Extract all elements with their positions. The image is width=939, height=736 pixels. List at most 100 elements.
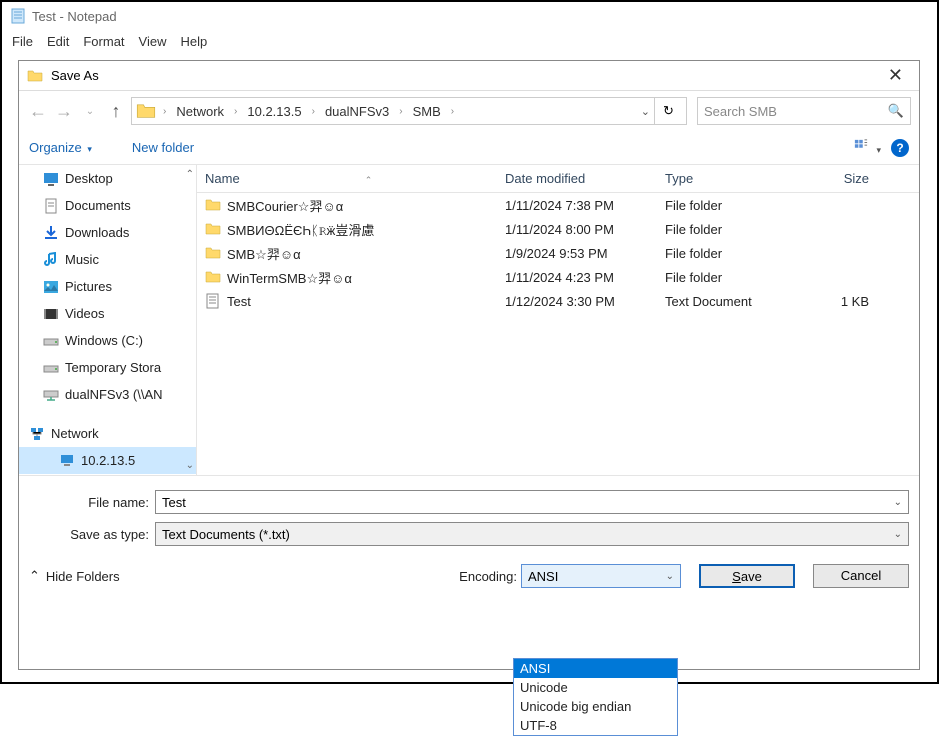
chevron-down-icon: ▾ — [87, 144, 92, 154]
chevron-right-icon[interactable]: › — [160, 106, 169, 117]
saveastype-label: Save as type: — [29, 527, 155, 542]
menu-edit[interactable]: Edit — [47, 34, 69, 49]
chevron-down-icon[interactable]: ⌄ — [666, 571, 674, 582]
col-date[interactable]: Date modified — [497, 171, 657, 186]
crumb-share[interactable]: dualNFSv3 — [322, 104, 392, 119]
save-as-dialog: Save As ✕ ← → ⌄ ↑ › Network › 10.2.13.5 … — [18, 60, 920, 670]
up-button[interactable]: ↑ — [105, 101, 127, 122]
col-size[interactable]: Size — [797, 171, 877, 186]
folder-icon — [136, 101, 156, 121]
scroll-down-icon[interactable]: ⌄ — [186, 460, 194, 471]
chevron-right-icon[interactable]: › — [309, 106, 318, 117]
menu-file[interactable]: File — [12, 34, 33, 49]
nav-row: ← → ⌄ ↑ › Network › 10.2.13.5 › dualNFSv… — [19, 91, 919, 131]
col-type[interactable]: Type — [657, 171, 797, 186]
crumb-network[interactable]: Network — [173, 104, 227, 119]
save-button[interactable]: Save — [699, 564, 795, 588]
view-options-button[interactable]: ▾ — [849, 139, 881, 156]
saveastype-combo[interactable]: Text Documents (*.txt)⌄ — [155, 522, 909, 546]
menubar: File Edit Format View Help — [2, 30, 937, 57]
dialog-titlebar: Save As ✕ — [19, 61, 919, 91]
encoding-option-utf8[interactable]: UTF-8 — [514, 716, 677, 735]
chevron-right-icon[interactable]: › — [396, 106, 405, 117]
menu-help[interactable]: Help — [180, 34, 207, 49]
folder-icon — [205, 221, 221, 237]
documents-icon — [43, 198, 59, 214]
toolbar: Organize ▾ New folder ▾ ? — [19, 131, 919, 165]
help-button[interactable]: ? — [891, 139, 909, 157]
nav-music[interactable]: Music — [19, 246, 196, 273]
encoding-label: Encoding: — [459, 569, 517, 584]
close-button[interactable]: ✕ — [880, 65, 911, 86]
back-button[interactable]: ← — [27, 101, 49, 122]
music-icon — [43, 252, 59, 268]
views-icon — [849, 139, 873, 153]
chevron-right-icon[interactable]: › — [448, 106, 457, 117]
crumb-folder[interactable]: SMB — [410, 104, 444, 119]
search-box[interactable]: Search SMB 🔍 — [697, 97, 911, 125]
folder-icon — [205, 269, 221, 285]
chevron-down-icon[interactable]: ⌄ — [894, 529, 902, 540]
crumb-ip[interactable]: 10.2.13.5 — [244, 104, 304, 119]
search-icon: 🔍 — [888, 103, 904, 119]
file-row[interactable]: SMBИΘΩЁЄҺᛕℝӝ豈滑慮1/11/2024 8:00 PMFile fol… — [197, 217, 919, 241]
list-header: Name⌃ Date modified Type Size — [197, 165, 919, 193]
pictures-icon — [43, 279, 59, 295]
computer-icon — [59, 453, 75, 469]
drive-icon — [43, 360, 59, 376]
address-bar[interactable]: › Network › 10.2.13.5 › dualNFSv3 › SMB … — [131, 97, 687, 125]
nav-documents[interactable]: Documents — [19, 192, 196, 219]
nav-downloads[interactable]: Downloads — [19, 219, 196, 246]
recent-dropdown[interactable]: ⌄ — [79, 106, 101, 117]
file-row[interactable]: Test1/12/2024 3:30 PMText Document1 KB — [197, 289, 919, 313]
encoding-option-ansi[interactable]: ANSI — [514, 659, 677, 678]
nav-pictures[interactable]: Pictures — [19, 273, 196, 300]
chevron-down-icon[interactable]: ⌄ — [894, 497, 902, 508]
scroll-up-icon[interactable]: ⌃ — [186, 169, 194, 180]
hide-folders-button[interactable]: ⌃Hide Folders — [29, 568, 120, 584]
folder-icon — [205, 245, 221, 261]
chevron-right-icon[interactable]: › — [231, 106, 240, 117]
nav-computer-selected[interactable]: 10.2.13.5 — [19, 447, 196, 474]
file-row[interactable]: SMBCourier☆羿☺α1/11/2024 7:38 PMFile fold… — [197, 193, 919, 217]
encoding-dropdown[interactable]: ANSI Unicode Unicode big endian UTF-8 — [513, 658, 678, 736]
menu-view[interactable]: View — [139, 34, 167, 49]
videos-icon — [43, 306, 59, 322]
filename-label: File name: — [29, 495, 155, 510]
address-dropdown[interactable]: ⌄ — [641, 105, 650, 118]
sort-caret-icon: ⌃ — [365, 175, 373, 185]
notepad-titlebar: Test - Notepad — [2, 2, 937, 30]
encoding-combo[interactable]: ANSI⌄ — [521, 564, 681, 588]
netdrive-icon — [43, 387, 59, 403]
organize-menu[interactable]: Organize ▾ — [29, 140, 92, 155]
nav-desktop[interactable]: Desktop — [19, 165, 196, 192]
nav-videos[interactable]: Videos — [19, 300, 196, 327]
forward-button[interactable]: → — [53, 101, 75, 122]
dialog-title: Save As — [51, 68, 99, 83]
col-name[interactable]: Name⌃ — [197, 171, 497, 186]
encoding-option-unicode[interactable]: Unicode — [514, 678, 677, 697]
drive-icon — [43, 333, 59, 349]
notepad-title: Test - Notepad — [32, 9, 117, 24]
search-placeholder: Search SMB — [704, 104, 777, 119]
txt-icon — [205, 293, 221, 309]
desktop-icon — [43, 171, 59, 187]
file-row[interactable]: WinTermSMB☆羿☺α1/11/2024 4:23 PMFile fold… — [197, 265, 919, 289]
refresh-button[interactable]: ↻ — [654, 97, 682, 125]
save-as-icon — [27, 68, 43, 84]
network-icon — [29, 426, 45, 442]
filename-input[interactable]: Test⌄ — [155, 490, 909, 514]
file-list: Name⌃ Date modified Type Size SMBCourier… — [197, 165, 919, 475]
new-folder-button[interactable]: New folder — [132, 140, 194, 155]
nav-tree[interactable]: ⌃ Desktop Documents Downloads Music Pict… — [19, 165, 197, 475]
menu-format[interactable]: Format — [83, 34, 124, 49]
folder-icon — [205, 197, 221, 213]
file-row[interactable]: SMB☆羿☺α1/9/2024 9:53 PMFile folder — [197, 241, 919, 265]
nav-network[interactable]: Network — [19, 420, 196, 447]
nav-temp-storage[interactable]: Temporary Stora — [19, 354, 196, 381]
cancel-button[interactable]: Cancel — [813, 564, 909, 588]
nav-windows-c[interactable]: Windows (C:) — [19, 327, 196, 354]
nav-netdrive[interactable]: dualNFSv3 (\\AN — [19, 381, 196, 408]
chevron-up-icon: ⌃ — [29, 568, 40, 584]
encoding-option-unicode-be[interactable]: Unicode big endian — [514, 697, 677, 716]
